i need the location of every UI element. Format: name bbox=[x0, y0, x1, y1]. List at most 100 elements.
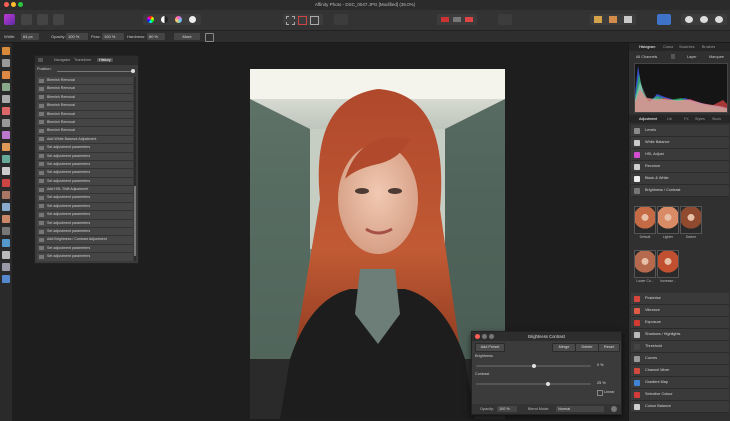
develop-persona-icon[interactable] bbox=[37, 14, 48, 25]
settings-icon[interactable] bbox=[611, 406, 617, 412]
view-tool-icon[interactable] bbox=[2, 59, 10, 67]
liquify-persona-icon[interactable] bbox=[21, 14, 32, 25]
text-tool-icon[interactable] bbox=[2, 119, 10, 127]
history-item[interactable]: Set adjustment parameters bbox=[37, 144, 133, 153]
auto-levels-icon[interactable] bbox=[189, 16, 196, 23]
linear-checkbox[interactable] bbox=[597, 390, 603, 396]
tab-colour[interactable]: Colour bbox=[663, 45, 674, 49]
auto-contrast-icon[interactable] bbox=[161, 16, 168, 23]
smudge-tool-icon[interactable] bbox=[2, 227, 10, 235]
preset-thumbnail[interactable] bbox=[634, 206, 656, 234]
tab-brushes[interactable]: Brushes bbox=[702, 45, 715, 49]
quick-mask-icon[interactable] bbox=[334, 14, 348, 25]
move-tool-icon[interactable] bbox=[2, 47, 10, 55]
tab-fx[interactable]: FX bbox=[684, 117, 689, 121]
more-button[interactable]: More bbox=[174, 33, 200, 40]
history-item[interactable]: Blemish Removal bbox=[37, 85, 133, 94]
contrast-slider-knob[interactable] bbox=[546, 382, 551, 386]
align-icon[interactable] bbox=[498, 14, 512, 25]
history-item[interactable]: Blemish Removal bbox=[37, 93, 133, 103]
insert-icon[interactable] bbox=[594, 16, 602, 23]
history-item[interactable]: Add White Balance Adjustment bbox=[37, 135, 133, 145]
history-item[interactable]: Blemish Removal bbox=[37, 118, 133, 128]
history-item[interactable]: Add Brightness / Contrast Adjustment bbox=[37, 236, 133, 245]
tab-history[interactable]: History bbox=[97, 58, 113, 62]
adjustment-item[interactable]: Posterise bbox=[631, 293, 729, 305]
auto-colours-icon[interactable] bbox=[147, 16, 154, 23]
adjustment-item[interactable]: Exposure bbox=[631, 317, 729, 329]
preset-thumbnail[interactable] bbox=[634, 250, 656, 278]
contrast-value[interactable]: 25 % bbox=[597, 381, 606, 385]
tab-navigator[interactable]: Navigator bbox=[54, 58, 70, 62]
gradient-tool-icon[interactable] bbox=[2, 239, 10, 247]
photo-persona-icon[interactable] bbox=[4, 14, 15, 25]
zoom-tool-icon[interactable] bbox=[2, 275, 10, 283]
adjustment-item[interactable]: Channel Mixer bbox=[631, 365, 729, 377]
dialog-minimize-button[interactable] bbox=[482, 334, 487, 339]
selection-icon[interactable] bbox=[286, 16, 295, 25]
tab-histogram[interactable]: Histogram bbox=[639, 45, 655, 49]
brightness-value[interactable]: 0 % bbox=[597, 363, 604, 367]
history-item[interactable]: Blemish Removal bbox=[37, 127, 133, 136]
delete-button[interactable]: Delete bbox=[575, 343, 599, 352]
blend-mode-select[interactable]: Normal bbox=[556, 406, 604, 412]
document-canvas[interactable] bbox=[250, 69, 505, 419]
flow-field[interactable]: 100 % bbox=[102, 33, 124, 40]
adjustment-item[interactable]: Selective Colour bbox=[631, 389, 729, 401]
inpainting-tool-icon[interactable] bbox=[2, 191, 10, 199]
tab-swatches[interactable]: Swatches bbox=[679, 45, 695, 49]
adjustment-item[interactable]: HSL Adjust bbox=[631, 149, 729, 161]
dodge-tool-icon[interactable] bbox=[2, 167, 10, 175]
studio-toggle-icon[interactable] bbox=[657, 14, 671, 25]
history-item[interactable]: Set adjustment parameters bbox=[37, 202, 133, 212]
history-item[interactable]: Set adjustment parameters bbox=[37, 177, 133, 187]
adjustment-item[interactable]: Shadows / Highlights bbox=[631, 329, 729, 341]
history-item[interactable]: Set adjustment parameters bbox=[37, 244, 133, 254]
adjustment-item[interactable]: Gradient Map bbox=[631, 377, 729, 389]
selection-brush-icon[interactable] bbox=[2, 83, 10, 91]
dialog-close-button[interactable] bbox=[475, 334, 480, 339]
history-item[interactable]: Set adjustment parameters bbox=[37, 160, 133, 170]
magnet-icon[interactable] bbox=[465, 17, 473, 22]
preset-thumbnail[interactable] bbox=[680, 206, 702, 234]
history-item[interactable]: Set adjustment parameters bbox=[37, 219, 133, 229]
adjustment-item[interactable]: Colour Balance bbox=[631, 401, 729, 413]
tab-styles[interactable]: Styles bbox=[695, 117, 705, 121]
paint-brush-icon[interactable] bbox=[2, 131, 10, 139]
adjustment-item[interactable]: Brightness / Contrast bbox=[631, 185, 729, 197]
history-item[interactable]: Set adjustment parameters bbox=[37, 194, 133, 203]
channel-select[interactable]: All Channels bbox=[636, 55, 657, 59]
tab-transform[interactable]: Transform bbox=[74, 58, 91, 62]
clone-tool-icon[interactable] bbox=[2, 155, 10, 163]
tab-adjustment[interactable]: Adjustment bbox=[639, 117, 657, 121]
width-field[interactable]: 64 px bbox=[21, 33, 39, 40]
insert-behind-icon[interactable] bbox=[609, 16, 617, 23]
marquee-button[interactable]: Marquee bbox=[709, 55, 724, 59]
grid-icon[interactable] bbox=[453, 17, 461, 22]
layer-button[interactable]: Layer bbox=[687, 55, 697, 59]
preset-thumbnail[interactable] bbox=[657, 250, 679, 278]
history-item[interactable]: Blemish Removal bbox=[37, 77, 133, 86]
history-item[interactable]: Set adjustment parameters bbox=[37, 152, 133, 161]
shape-tool-icon[interactable] bbox=[2, 263, 10, 271]
history-item[interactable]: Set adjustment parameters bbox=[37, 228, 133, 237]
snapping-icon[interactable] bbox=[441, 17, 449, 22]
add-preset-button[interactable]: Add Preset bbox=[475, 343, 505, 352]
brightness-slider-knob[interactable] bbox=[531, 364, 536, 368]
adjustment-item[interactable]: Curves bbox=[631, 353, 729, 365]
history-item[interactable]: Set adjustment parameters bbox=[37, 211, 133, 220]
adjustment-item[interactable]: White Balance bbox=[631, 137, 729, 149]
tab-lib[interactable]: Lib bbox=[667, 117, 672, 121]
dialog-zoom-button[interactable] bbox=[489, 334, 494, 339]
chat-icon[interactable] bbox=[715, 16, 723, 23]
adjustment-item[interactable]: Black & White bbox=[631, 173, 729, 185]
assistant-icon[interactable] bbox=[685, 16, 693, 23]
history-item[interactable]: Set adjustment parameters bbox=[37, 169, 133, 178]
deselect-icon[interactable] bbox=[298, 16, 307, 25]
marquee-tool-icon[interactable] bbox=[2, 95, 10, 103]
position-slider[interactable] bbox=[57, 71, 134, 72]
adjustment-item[interactable]: Recolour bbox=[631, 161, 729, 173]
reset-button[interactable]: Reset bbox=[598, 343, 620, 352]
flood-select-icon[interactable] bbox=[2, 107, 10, 115]
history-scrollbar-thumb[interactable] bbox=[134, 186, 136, 256]
